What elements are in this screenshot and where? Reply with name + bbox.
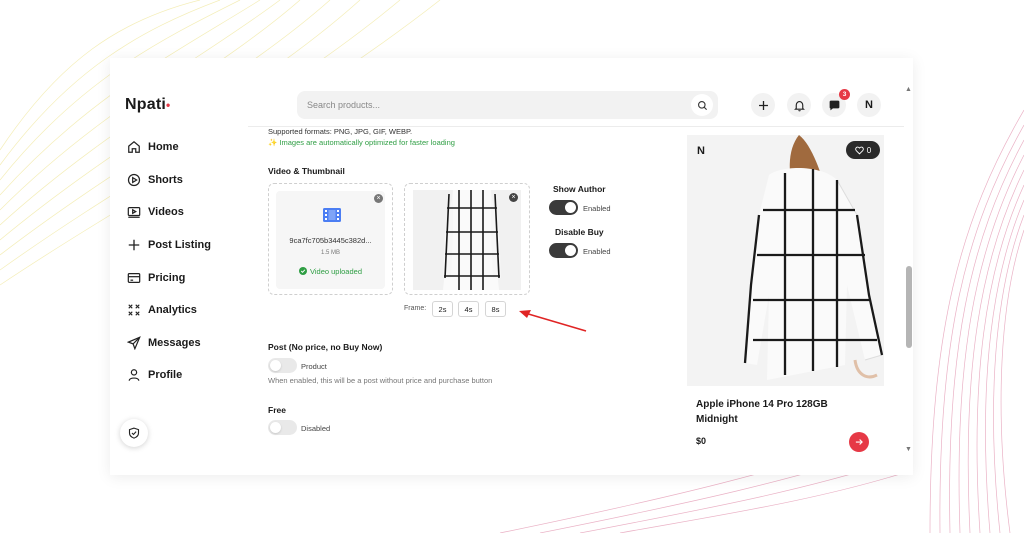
show-author-title: Show Author — [553, 184, 606, 194]
search-input[interactable] — [297, 91, 677, 119]
supported-formats-text: Supported formats: PNG, JPG, GIF, WEBP. — [268, 127, 413, 136]
sidebar-item-label: Home — [148, 141, 179, 154]
toggle-knob — [565, 245, 576, 256]
brand-name: Npati — [125, 96, 166, 113]
sidebar-item-label: Profile — [148, 369, 183, 382]
sidebar-item-label: Shorts — [148, 173, 183, 186]
frame-option-4s[interactable]: 4s — [458, 301, 479, 317]
thumbnail-dress-image — [413, 190, 521, 290]
product-author-initial: N — [697, 145, 705, 157]
post-mode-helper: When enabled, this will be a post withou… — [268, 376, 493, 385]
heart-icon — [854, 146, 864, 155]
thumbnail-image — [413, 190, 521, 290]
notifications-button[interactable] — [787, 93, 811, 117]
video-file-card: 9ca7fc705b3445c382d... 1.5 MB Video uplo… — [276, 191, 385, 289]
search-button[interactable] — [691, 94, 713, 116]
sidebar-item-videos[interactable]: Videos — [127, 196, 247, 229]
post-mode-state: Product — [301, 362, 327, 371]
product-price: $0 — [696, 436, 707, 446]
disable-buy-state: Enabled — [583, 247, 611, 256]
security-button[interactable] — [120, 419, 148, 447]
home-icon — [128, 141, 140, 154]
video-upload-status: Video uploaded — [276, 267, 385, 276]
search-icon — [697, 100, 707, 110]
play-circle-icon — [127, 173, 141, 187]
toggle-knob — [270, 422, 281, 433]
free-title: Free — [268, 405, 286, 415]
favorite-count: 0 — [866, 145, 872, 155]
show-author-toggle[interactable] — [549, 200, 578, 215]
free-toggle[interactable] — [268, 420, 297, 435]
sidebar-item-profile[interactable]: Profile — [127, 359, 247, 392]
messages-badge: 3 — [839, 89, 850, 100]
frame-label: Frame: — [404, 305, 427, 312]
remove-thumbnail-button[interactable]: × — [509, 193, 518, 202]
analytics-icon — [128, 304, 140, 316]
scrollbar-thumb[interactable] — [906, 266, 912, 348]
sidebar-item-label: Post Listing — [148, 239, 211, 252]
chat-bubble-icon — [829, 100, 839, 110]
shield-check-icon — [128, 427, 140, 439]
user-icon — [128, 369, 140, 382]
search-bar — [297, 91, 718, 119]
frame-option-2s[interactable]: 2s — [432, 301, 453, 317]
messages-button[interactable]: 3 — [822, 89, 850, 117]
product-title[interactable]: Apple iPhone 14 Pro 128GB Midnight — [696, 397, 866, 427]
send-icon — [127, 336, 141, 350]
toggle-knob — [270, 360, 281, 371]
film-icon — [323, 208, 341, 222]
check-circle-icon — [299, 267, 307, 275]
product-dress-image — [687, 135, 884, 386]
video-filename: 9ca7fc705b3445c382d... — [289, 236, 372, 245]
post-mode-title: Post (No price, no Buy Now) — [268, 342, 383, 352]
disable-buy-toggle[interactable] — [549, 243, 578, 258]
brand-logo[interactable]: Npati• — [125, 96, 170, 114]
sidebar-item-messages[interactable]: Messages — [127, 327, 247, 360]
app-window: Npati• Home Shorts Videos Post Listing P… — [110, 58, 913, 475]
free-state: Disabled — [301, 424, 331, 433]
show-author-state: Enabled — [583, 204, 611, 213]
thumbnail-upload-box[interactable]: × — [404, 183, 530, 295]
sidebar-item-post-listing[interactable]: Post Listing — [127, 229, 247, 262]
product-preview-image[interactable]: N 0 — [687, 135, 884, 386]
video-icon — [127, 207, 141, 219]
frame-option-8s[interactable]: 8s — [485, 301, 506, 317]
remove-video-button[interactable]: × — [374, 194, 383, 203]
card-icon — [127, 272, 141, 283]
plus-icon — [758, 100, 768, 110]
sidebar-item-label: Pricing — [148, 271, 186, 284]
video-filesize: 1.5 MB — [320, 250, 340, 256]
scroll-up-arrow[interactable]: ▲ — [905, 86, 912, 93]
toggle-knob — [565, 202, 576, 213]
video-status-label: Video uploaded — [310, 267, 362, 276]
plus-icon — [128, 239, 140, 251]
user-avatar[interactable]: N — [857, 93, 881, 117]
sidebar-item-analytics[interactable]: Analytics — [127, 294, 247, 327]
video-thumbnail-title: Video & Thumbnail — [268, 166, 345, 176]
bell-icon — [793, 100, 805, 111]
sidebar-item-label: Messages — [148, 336, 201, 349]
sidebar-item-label: Analytics — [148, 304, 197, 317]
sidebar-nav: Home Shorts Videos Post Listing Pricing … — [127, 131, 247, 392]
sidebar-item-shorts[interactable]: Shorts — [127, 164, 247, 197]
sidebar-item-pricing[interactable]: Pricing — [127, 261, 247, 294]
arrow-right-icon — [855, 439, 863, 445]
scroll-down-arrow[interactable]: ▼ — [905, 446, 912, 453]
sidebar-item-home[interactable]: Home — [127, 131, 247, 164]
sidebar-item-label: Videos — [148, 206, 184, 219]
disable-buy-title: Disable Buy — [555, 227, 604, 237]
post-mode-toggle[interactable] — [268, 358, 297, 373]
add-button[interactable] — [751, 93, 775, 117]
optimization-note: ✨ Images are automatically optimized for… — [268, 138, 455, 147]
video-upload-box[interactable]: 9ca7fc705b3445c382d... 1.5 MB Video uplo… — [268, 183, 393, 295]
view-product-button[interactable] — [849, 432, 869, 452]
favorite-button[interactable]: 0 — [846, 141, 880, 159]
brand-dot: • — [166, 98, 171, 112]
